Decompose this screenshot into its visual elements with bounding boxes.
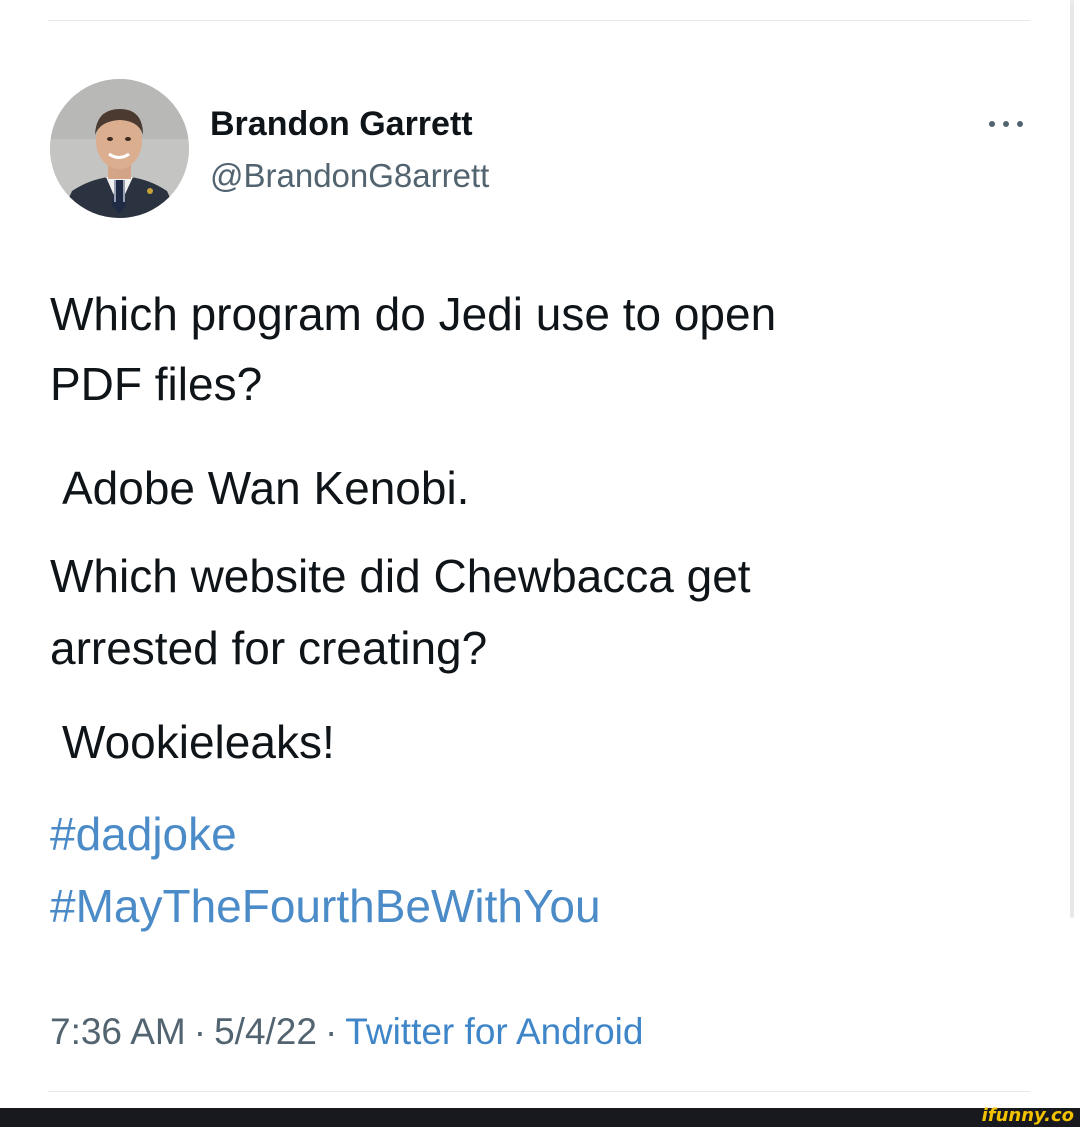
- avatar-photo: [50, 79, 189, 218]
- tweet-metadata: 7:36 AM · 5/4/22 · Twitter for Android: [50, 1008, 643, 1056]
- tweet-text-line: arrested for creating?: [50, 622, 488, 674]
- tweet-source-link[interactable]: Twitter for Android: [345, 1011, 643, 1052]
- avatar[interactable]: [50, 79, 189, 218]
- scrollbar[interactable]: [1070, 0, 1074, 918]
- tweet-text-line: PDF files?: [50, 358, 263, 410]
- author-handle[interactable]: @BrandonG8arrett: [210, 156, 489, 196]
- tweet-text-line: Which website did Chewbacca get: [50, 550, 751, 602]
- top-divider: [48, 20, 1030, 21]
- more-options-icon[interactable]: [985, 116, 1027, 132]
- meta-separator: ·: [324, 1011, 338, 1052]
- hashtag-link-dadjoke[interactable]: #dadjoke: [50, 800, 237, 868]
- tweet-time[interactable]: 7:36 AM: [50, 1011, 186, 1052]
- author-name[interactable]: Brandon Garrett: [210, 104, 473, 144]
- footer-bar: [0, 1108, 1080, 1127]
- tweet-date[interactable]: 5/4/22: [214, 1011, 317, 1052]
- meta-separator: ·: [193, 1011, 207, 1052]
- tweet-text-line: Wookieleaks!: [62, 716, 335, 768]
- bottom-divider: [48, 1091, 1030, 1092]
- tweet-text-line: Which program do Jedi use to open: [50, 288, 777, 340]
- tweet-text-line: Adobe Wan Kenobi.: [62, 462, 470, 514]
- watermark-logo: ifunny.co: [981, 1105, 1074, 1126]
- hashtag-link-maythefourth[interactable]: #MayTheFourthBeWithYou: [50, 872, 601, 940]
